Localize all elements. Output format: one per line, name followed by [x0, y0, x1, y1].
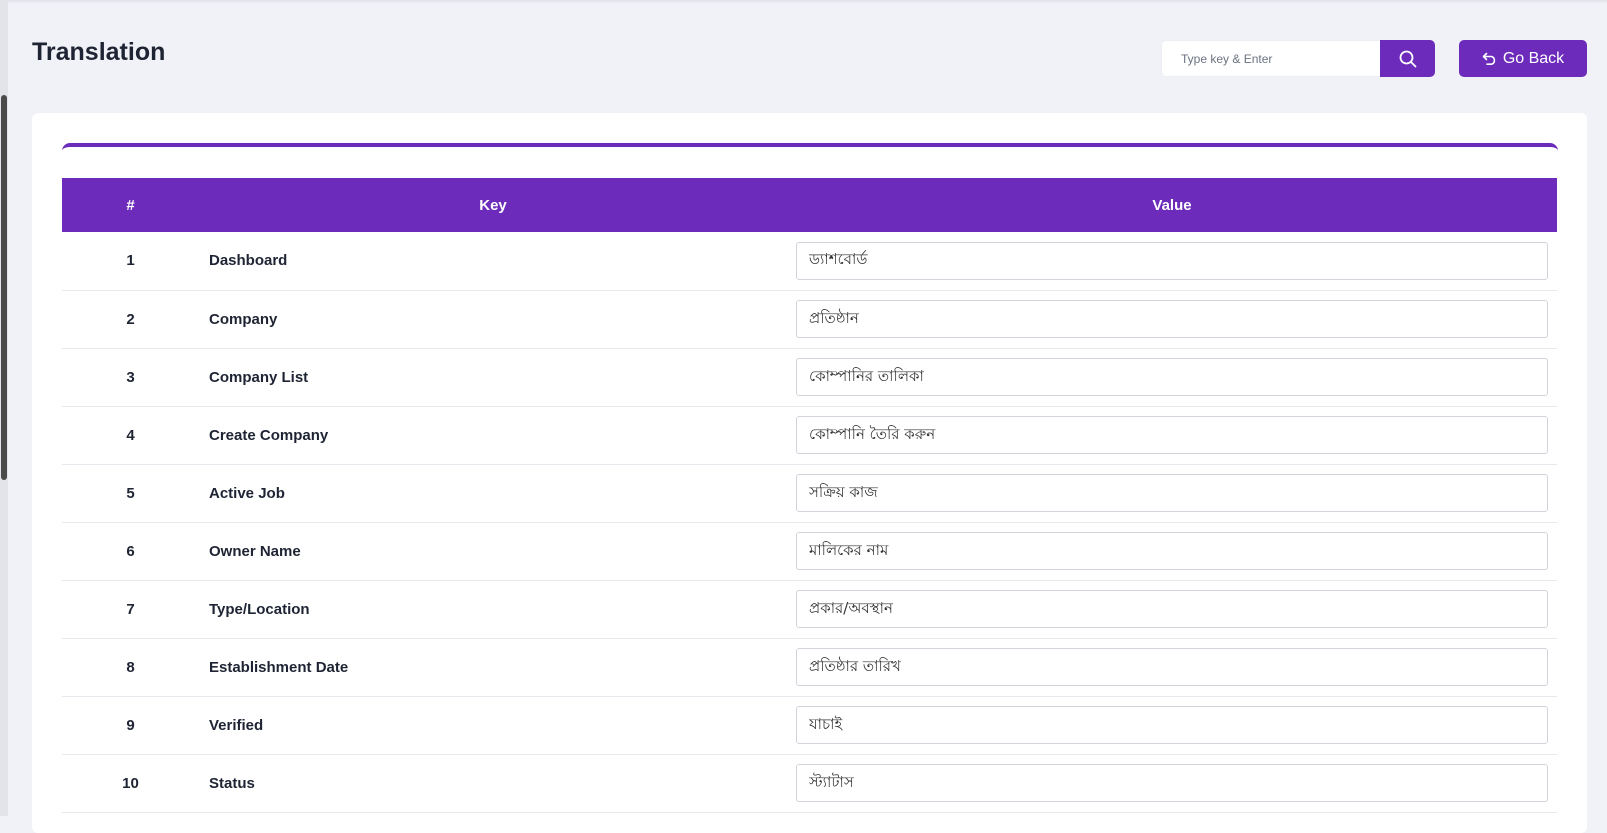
row-number: 2 — [126, 310, 135, 328]
row-key: Create Company — [209, 426, 329, 444]
go-back-label: Go Back — [1502, 49, 1565, 67]
value-input[interactable] — [796, 241, 1548, 280]
table-row: 3 Company List — [62, 348, 1557, 406]
row-key: Company List — [209, 368, 309, 386]
header-value: Value — [1152, 196, 1192, 214]
value-input[interactable] — [796, 648, 1548, 686]
table-row: 5 Active Job — [62, 464, 1557, 522]
table-header-row: # Key Value — [62, 178, 1557, 232]
translation-table: # Key Value 1 Dashboard 2 Company 3 Comp… — [62, 178, 1557, 813]
undo-arrow-icon — [1482, 52, 1495, 65]
row-key: Establishment Date — [209, 658, 349, 676]
table-row: 9 Verified — [62, 696, 1557, 754]
row-number: 10 — [122, 774, 139, 792]
table-row: 10 Status — [62, 754, 1557, 812]
value-input[interactable] — [796, 358, 1548, 396]
row-number: 9 — [126, 716, 135, 734]
translation-card: # Key Value 1 Dashboard 2 Company 3 Comp… — [32, 113, 1587, 833]
page-title: Translation — [32, 38, 166, 66]
value-input[interactable] — [796, 416, 1548, 454]
header-key: Key — [479, 196, 507, 214]
search-input[interactable] — [1161, 40, 1380, 77]
row-number: 7 — [126, 600, 135, 618]
row-number: 6 — [126, 542, 135, 560]
row-number: 3 — [126, 368, 135, 386]
card-accent-line — [62, 143, 1558, 151]
row-key: Dashboard — [209, 252, 288, 270]
table-row: 4 Create Company — [62, 406, 1557, 464]
value-input[interactable] — [796, 590, 1548, 628]
row-number: 8 — [126, 658, 135, 676]
row-key: Company — [209, 310, 278, 328]
search-icon — [1399, 50, 1416, 67]
table-row: 8 Establishment Date — [62, 638, 1557, 696]
scrollbar-thumb[interactable] — [1, 95, 7, 480]
table-row: 6 Owner Name — [62, 522, 1557, 580]
window-scrollbar[interactable] — [0, 0, 8, 816]
value-input[interactable] — [796, 706, 1548, 744]
row-key: Verified — [209, 716, 264, 734]
value-input[interactable] — [796, 764, 1548, 802]
header-number: # — [126, 196, 135, 214]
row-number: 5 — [126, 484, 135, 502]
table-row: 7 Type/Location — [62, 580, 1557, 638]
go-back-button[interactable]: Go Back — [1459, 40, 1587, 77]
search-button[interactable] — [1380, 40, 1435, 77]
value-input[interactable] — [796, 474, 1548, 512]
table-row: 2 Company — [62, 290, 1557, 348]
table-row: 1 Dashboard — [62, 232, 1557, 290]
row-number: 4 — [126, 426, 135, 444]
row-key: Active Job — [209, 484, 285, 502]
row-number: 1 — [126, 252, 135, 270]
row-key: Type/Location — [209, 600, 310, 618]
row-key: Status — [209, 774, 255, 792]
row-key: Owner Name — [209, 542, 301, 560]
value-input[interactable] — [796, 300, 1548, 338]
top-bar-shadow — [8, 0, 1607, 4]
value-input[interactable] — [796, 532, 1548, 570]
search-bar — [1161, 40, 1435, 77]
